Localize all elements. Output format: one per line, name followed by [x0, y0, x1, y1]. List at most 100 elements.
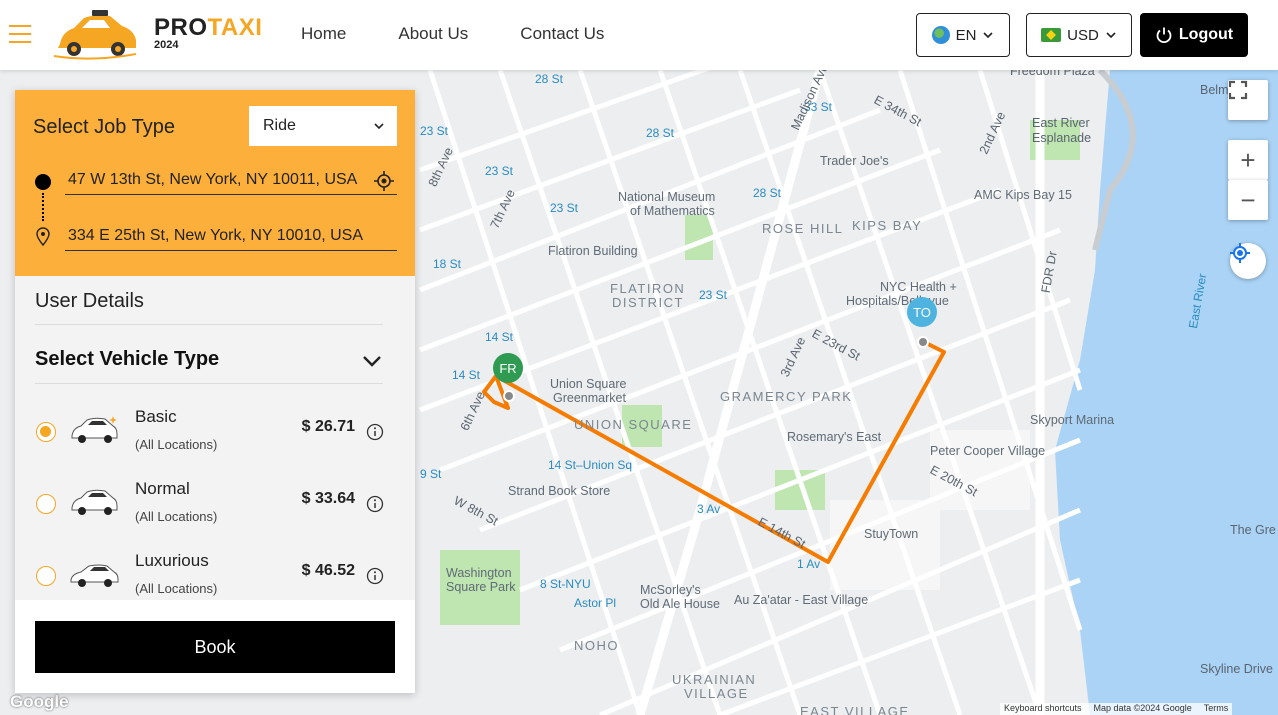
map-label: UKRAINIAN: [672, 672, 757, 687]
location-section: Select Job Type Ride 47 W 13th St, New Y…: [15, 90, 415, 276]
language-label: EN: [955, 26, 977, 44]
map-label: Square Park: [446, 580, 516, 594]
chevron-down-icon[interactable]: [361, 350, 383, 372]
logout-label: Logout: [1178, 26, 1234, 43]
vehicle-name: Basic: [135, 407, 177, 426]
map-label: Esplanade: [1032, 131, 1092, 145]
map-label: Greenmarket: [553, 391, 626, 405]
nav-contact[interactable]: Contact Us: [520, 24, 604, 44]
vehicle-sub: (All Locations): [135, 437, 218, 452]
terms-link[interactable]: Terms: [1204, 703, 1229, 715]
map-label: Skyline Drive: [1200, 662, 1273, 676]
vehicle-type-heading: Select Vehicle Type: [35, 348, 220, 370]
dropoff-address-input[interactable]: 334 E 25th St, New York, NY 10010, USA: [65, 221, 397, 251]
from-marker[interactable]: FR: [493, 353, 523, 383]
map-label: Old Ale House: [640, 597, 720, 611]
taxi-logo-icon[interactable]: [52, 8, 138, 63]
info-icon[interactable]: [366, 567, 384, 585]
nav-home[interactable]: Home: [301, 24, 346, 44]
job-type-select[interactable]: Ride: [249, 106, 397, 146]
map-label: 9 St: [420, 467, 442, 481]
map-label: 14 St: [485, 330, 514, 344]
map-label: Union Square: [550, 377, 627, 391]
map-label: 14 St: [452, 368, 481, 382]
map-label: National Museum: [618, 190, 716, 204]
power-icon: [1156, 27, 1172, 44]
map-label: of Mathematics: [630, 204, 715, 218]
map-label: EAST VILLAGE: [800, 704, 910, 715]
my-location-button[interactable]: [1230, 243, 1266, 279]
google-logo: Google: [10, 692, 69, 711]
map-label: 23 St: [420, 124, 449, 138]
vehicle-option-basic[interactable]: Basic (All Locations) $ 26.71: [15, 402, 415, 462]
map-label: Peter Cooper Village: [930, 444, 1046, 458]
user-details-heading[interactable]: User Details: [35, 290, 144, 313]
currency-select[interactable]: USD: [1026, 13, 1132, 57]
job-type-label: Select Job Type: [33, 116, 175, 138]
map-label: Trader Joe's: [820, 154, 889, 168]
map-label: 14 St–Union Sq: [548, 458, 633, 472]
divider: [35, 383, 383, 384]
vehicle-option-normal[interactable]: Normal (All Locations) $ 33.64: [15, 474, 415, 534]
map-label: 8 St-NYU: [540, 577, 591, 591]
to-marker[interactable]: TO: [907, 297, 937, 327]
vehicle-price: $ 46.52: [301, 562, 355, 579]
vehicle-sub: (All Locations): [135, 509, 218, 524]
map-footer: Keyboard shortcuts Map data ©2024 Google…: [1000, 703, 1233, 715]
map-label: 23 St: [485, 164, 514, 178]
booking-panel: Select Job Type Ride 47 W 13th St, New Y…: [15, 90, 415, 693]
plus-icon: +: [1240, 144, 1256, 175]
zoom-in-button[interactable]: +: [1228, 140, 1268, 180]
pickup-address-input[interactable]: 47 W 13th St, New York, NY 10011, USA: [65, 165, 397, 195]
nav-about[interactable]: About Us: [398, 24, 468, 44]
map-label: ROSE HILL: [762, 221, 844, 236]
book-button[interactable]: Book: [35, 621, 395, 673]
minus-icon: −: [1240, 184, 1256, 215]
map-label: 28 St: [646, 126, 675, 140]
map-label: Belm: [1200, 83, 1229, 97]
map-label: StuyTown: [864, 527, 919, 541]
map-label: Au Za'atar - East Village: [734, 593, 869, 607]
vehicle-option-luxurious[interactable]: Luxurious (All Locations) $ 46.52: [15, 546, 415, 606]
divider: [35, 324, 383, 325]
map-label: 23 St: [699, 288, 728, 302]
map-label: McSorley's: [640, 583, 701, 597]
top-header: PROTAXI 2024 Home About Us Contact Us EN…: [0, 0, 1278, 70]
destination-pin-icon: [36, 227, 50, 247]
info-icon[interactable]: [366, 423, 384, 441]
language-select[interactable]: EN: [916, 13, 1010, 57]
car-icon: [70, 564, 119, 587]
origin-dot-icon: [35, 174, 51, 190]
globe-icon: [931, 26, 950, 44]
logout-button[interactable]: Logout: [1140, 13, 1248, 57]
info-icon[interactable]: [366, 495, 384, 513]
map-label: VILLAGE: [684, 686, 749, 701]
vehicle-name: Normal: [135, 479, 190, 498]
map-label: 18 St: [433, 257, 462, 271]
to-point-icon: [917, 336, 929, 348]
map-label: Strand Book Store: [508, 484, 611, 498]
details-section: User Details Select Vehicle Type Basic (…: [15, 276, 415, 600]
map-label: DISTRICT: [612, 295, 684, 310]
locate-icon: [1230, 243, 1250, 263]
vehicle-radio[interactable]: [36, 566, 56, 586]
vehicle-radio[interactable]: [36, 422, 56, 442]
vehicle-price: $ 33.64: [301, 490, 355, 507]
map-label: NOHO: [574, 638, 619, 653]
current-location-icon[interactable]: [374, 171, 394, 191]
vehicle-radio[interactable]: [36, 494, 56, 514]
map-label: East River: [1032, 116, 1090, 130]
zoom-out-button[interactable]: −: [1228, 180, 1268, 220]
menu-icon[interactable]: [9, 25, 31, 43]
keyboard-shortcuts-link[interactable]: Keyboard shortcuts: [1004, 703, 1082, 715]
map-label: Rosemary's East: [787, 430, 882, 444]
map-label: Astor Pl: [574, 596, 617, 610]
vehicle-name: Luxurious: [135, 551, 209, 570]
map-label: 28 St: [753, 186, 782, 200]
map-label: 23 St: [550, 201, 579, 215]
map-label: Skyport Marina: [1030, 413, 1115, 427]
fullscreen-button[interactable]: [1228, 80, 1268, 120]
vehicle-sub: (All Locations): [135, 581, 218, 596]
chevron-down-icon: [983, 32, 993, 39]
map-label: UNION SQUARE: [574, 417, 693, 432]
